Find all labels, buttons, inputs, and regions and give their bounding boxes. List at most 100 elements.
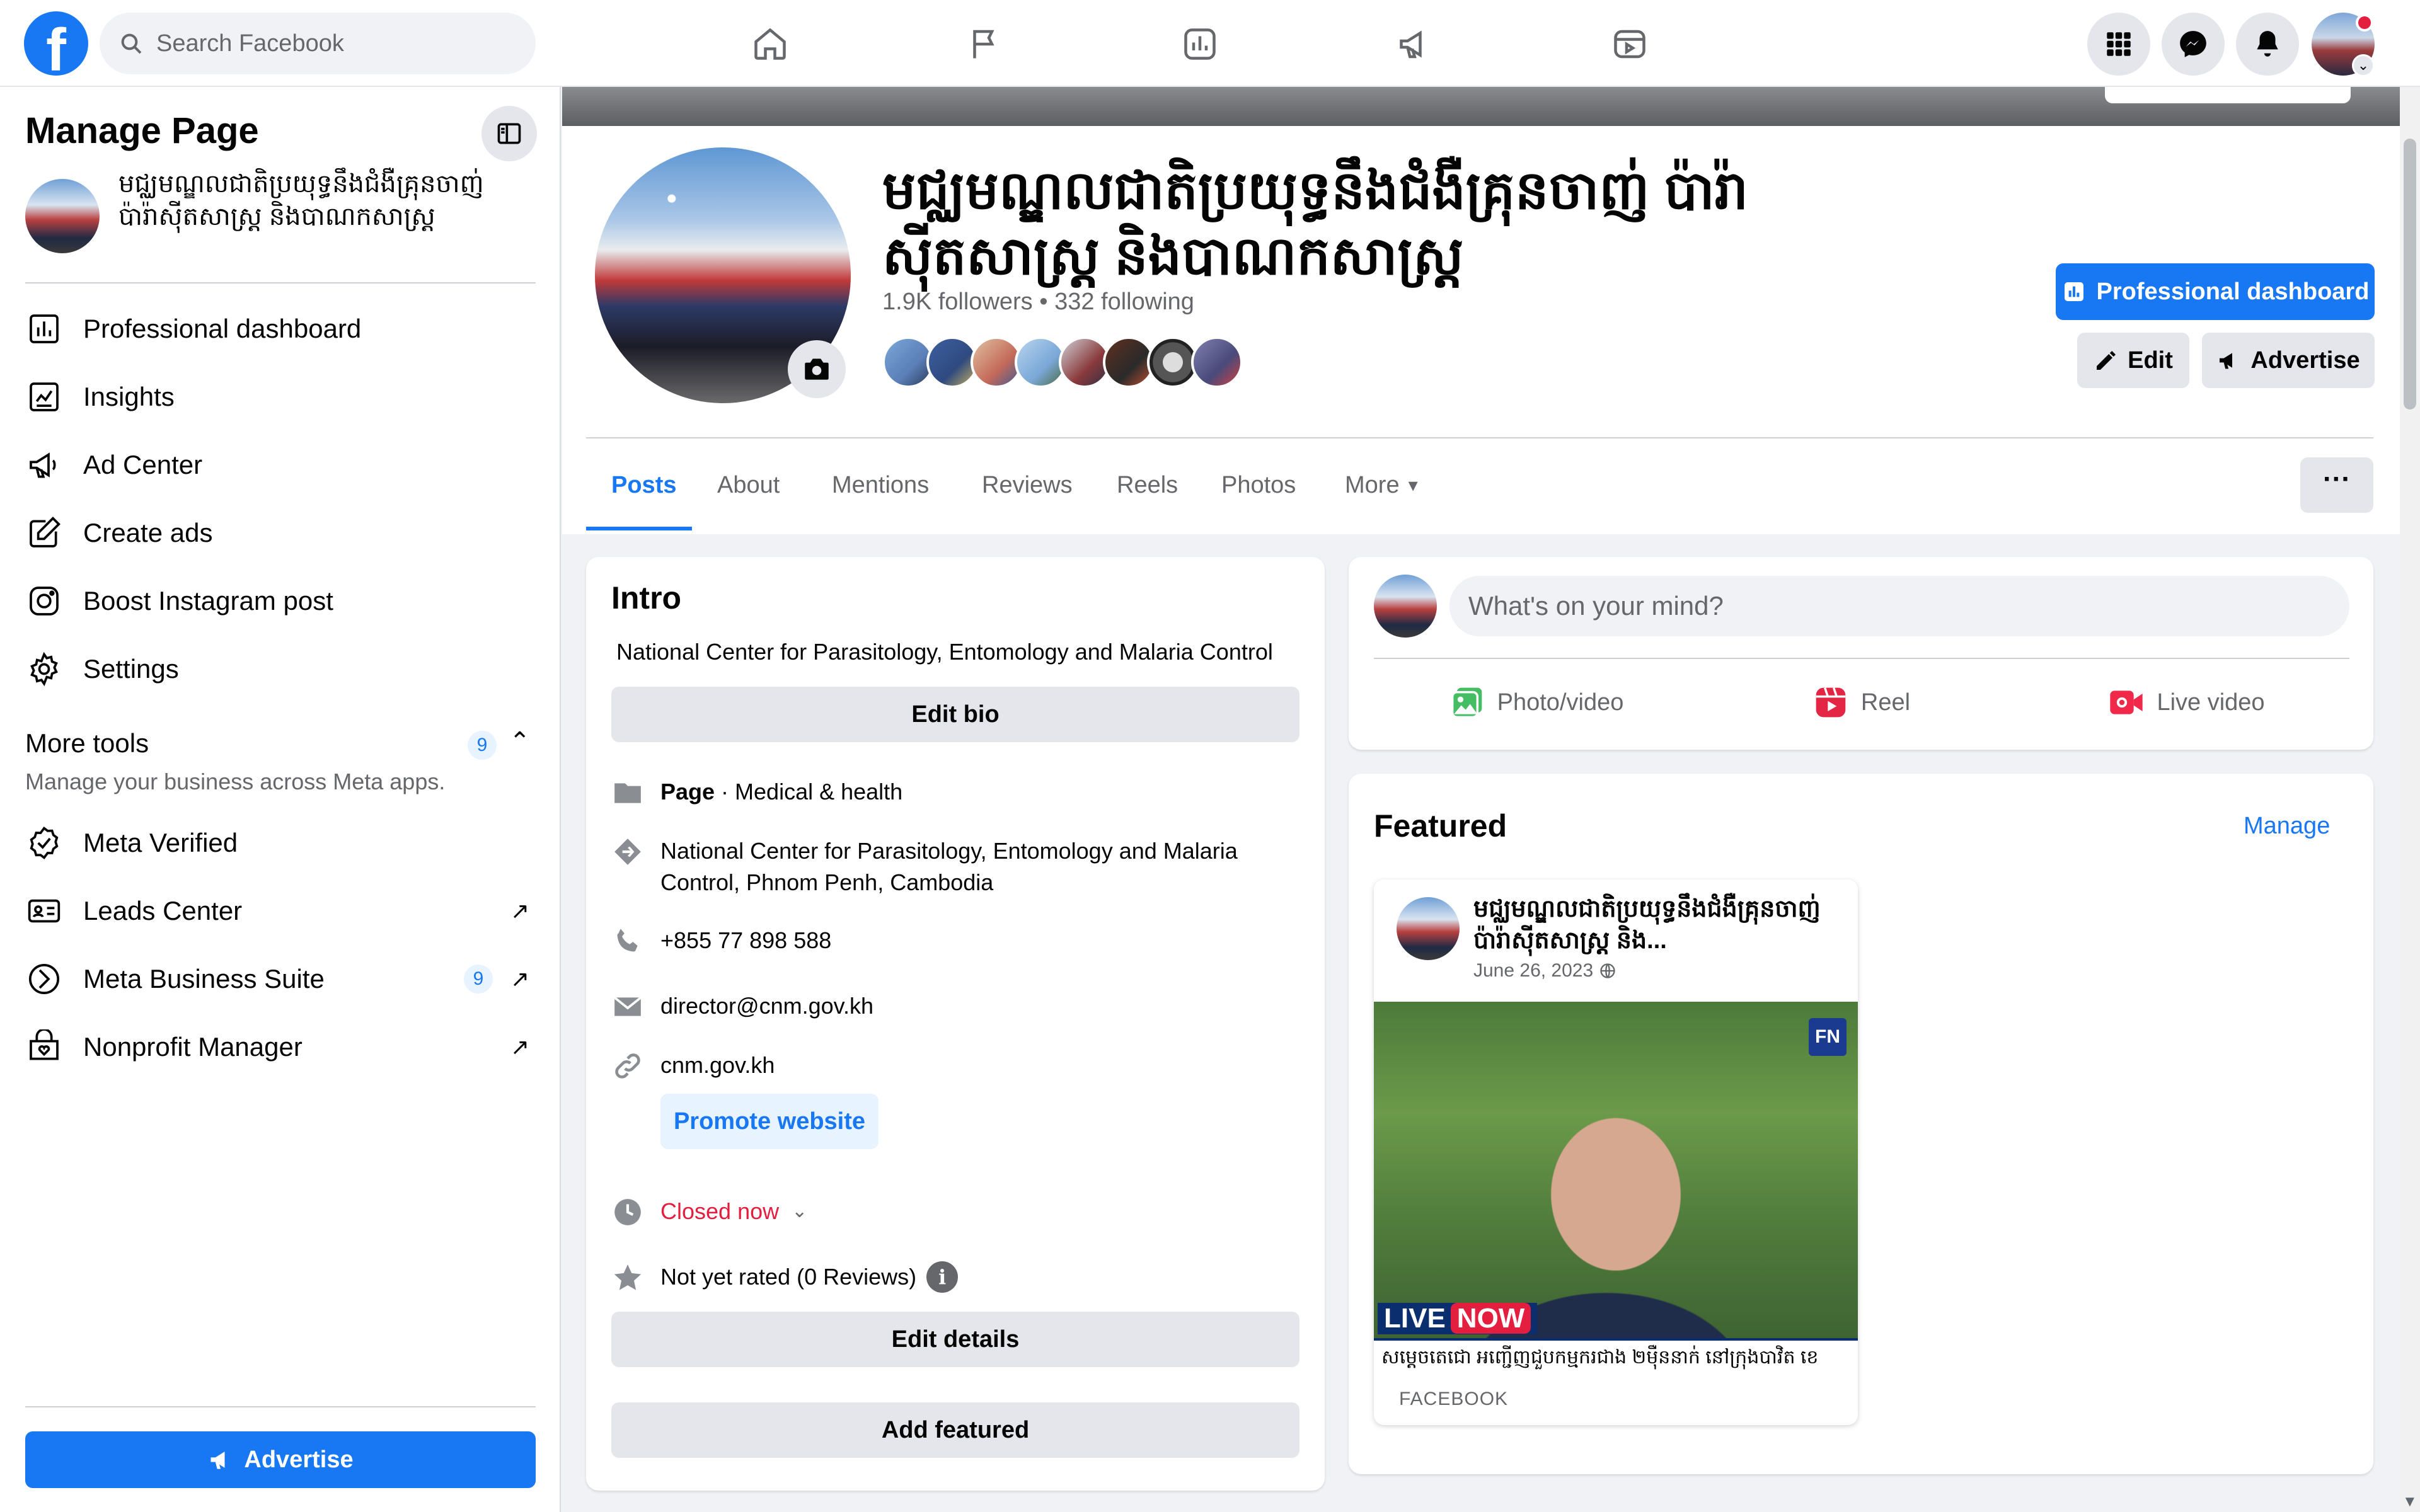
edit-page-button[interactable]: Edit (2077, 333, 2189, 388)
post-date[interactable]: June 26, 2023 (1473, 960, 1616, 982)
facebook-logo[interactable]: f (24, 11, 88, 76)
messenger-icon (2180, 31, 2206, 57)
featured-post[interactable]: មជ្ឈមណ្ឌលជាតិប្រយុទ្ធនឹងជំងឺគ្រុនចាញ់ ប៉… (1374, 879, 1858, 1425)
more-tools-badge: 9 (468, 731, 497, 760)
globe-icon (1599, 963, 1615, 978)
hours-status: Closed now (660, 1198, 780, 1224)
advertise-button[interactable]: Advertise (2202, 333, 2375, 388)
sidebar-advertise-button[interactable]: Advertise (25, 1431, 536, 1488)
composer-divider (1374, 658, 2349, 659)
follow-stats: 1.9K followers • 332 following (882, 289, 1194, 316)
video-icon (1614, 30, 1645, 59)
nav-insights[interactable] (1156, 13, 1244, 76)
sidebar-page-name[interactable]: មជ្ឈមណ្ឌលជាតិប្រយុទ្ធនឹងជំងឺគ្រុនចាញ់ ប៉… (118, 168, 522, 233)
sidebar-item-meta-business-suite[interactable]: Meta Business Suite 9 ↗ (25, 948, 536, 1011)
menu-button[interactable] (2087, 13, 2150, 76)
manage-featured-link[interactable]: Manage (2244, 813, 2330, 840)
follower-avatar[interactable] (1191, 336, 1243, 388)
post-author-name[interactable]: មជ្ឈមណ្ឌលជាតិប្រយុទ្ធនឹងជំងឺគ្រុនចាញ់ ប៉… (1473, 893, 1845, 956)
sidebar-item-insights[interactable]: Insights (25, 365, 536, 428)
flag-icon (973, 30, 994, 59)
tab-about[interactable]: About (717, 454, 780, 517)
tab-reels[interactable]: Reels (1117, 454, 1178, 517)
external-link-icon: ↗ (510, 966, 529, 992)
manage-page-sidebar: Manage Page មជ្ឈមណ្ឌលជាតិប្រយុទ្ធនឹងជំងឺ… (0, 87, 561, 1512)
tab-posts[interactable]: Posts (611, 454, 676, 517)
verified-icon (25, 824, 63, 862)
live-video-icon (2110, 690, 2143, 714)
sidebar-item-professional-dashboard[interactable]: Professional dashboard (25, 297, 536, 360)
sidebar-item-boost-instagram[interactable]: Boost Instagram post (25, 570, 536, 633)
live-video-button[interactable]: Live video (2024, 673, 2349, 732)
edit-details-button[interactable]: Edit details (611, 1312, 1299, 1367)
channel-logo: FN (1809, 1018, 1847, 1056)
more-tools-heading[interactable]: More tools (25, 728, 149, 759)
sidebar-item-label: Meta Business Suite (83, 964, 325, 994)
tab-photos[interactable]: Photos (1221, 454, 1296, 517)
tab-reviews[interactable]: Reviews (982, 454, 1073, 517)
email-text[interactable]: director@cnm.gov.kh (660, 990, 873, 1023)
info-icon[interactable]: i (926, 1261, 959, 1293)
live-now-banner: LIVE NOW (1378, 1303, 1538, 1334)
external-link-icon: ↗ (510, 1034, 529, 1060)
page-options-button[interactable]: ··· (2300, 457, 2373, 513)
update-profile-picture-button[interactable] (788, 340, 846, 398)
sidebar-item-leads-center[interactable]: Leads Center ↗ (25, 879, 536, 942)
category-prefix: Page (660, 779, 715, 805)
scrollbar-thumb[interactable] (2404, 139, 2416, 410)
megaphone-icon (1400, 30, 1422, 59)
sidebar-item-meta-verified[interactable]: Meta Verified (25, 811, 536, 874)
sidebar-item-label: Ad Center (83, 450, 203, 479)
sidebar-item-label: Boost Instagram post (83, 586, 333, 616)
sidebar-item-ad-center[interactable]: Ad Center (25, 433, 536, 496)
composer-avatar[interactable] (1374, 575, 1437, 638)
nav-video[interactable] (1586, 13, 1674, 76)
notifications-button[interactable] (2236, 13, 2299, 76)
page-avatar[interactable] (25, 179, 100, 253)
sidebar-item-settings[interactable]: Settings (25, 638, 536, 701)
account-menu-chevron-icon[interactable]: ⌄ (2352, 54, 2375, 77)
business-suite-icon (25, 960, 63, 998)
live-label: LIVE (1384, 1303, 1446, 1334)
page-title: មជ្ឈមណ្ឌលជាតិប្រយុទ្ធនឹងជំងឺគ្រុនចាញ់ ប៉… (882, 161, 1748, 285)
link-icon (611, 1050, 644, 1082)
tab-more[interactable]: More ▾ (1345, 454, 1418, 517)
edit-cover-button[interactable] (2105, 87, 2351, 103)
website-text[interactable]: cnm.gov.kh (660, 1050, 775, 1082)
search-bar[interactable] (100, 13, 536, 74)
add-featured-button[interactable]: Add featured (611, 1402, 1299, 1458)
post-video-thumbnail[interactable]: FN LIVE NOW សម្តេចតេជោ អញ្ជើញជួបកម្មករជាង… (1374, 1002, 1858, 1372)
nav-home[interactable] (726, 13, 814, 76)
nav-ad-center[interactable] (1371, 13, 1460, 76)
chevron-up-icon[interactable]: ⌃ (509, 727, 531, 756)
insights-icon (25, 378, 63, 416)
reel-button[interactable]: Reel (1699, 673, 2024, 732)
nav-pages[interactable] (942, 13, 1030, 76)
address-text[interactable]: National Center for Parasitology, Entomo… (660, 835, 1299, 898)
sidebar-item-nonprofit-manager[interactable]: Nonprofit Manager ↗ (25, 1016, 536, 1079)
professional-dashboard-button[interactable]: Professional dashboard (2056, 263, 2375, 320)
promote-website-button[interactable]: Promote website (660, 1094, 879, 1149)
sidebar-item-label: Nonprofit Manager (83, 1032, 302, 1062)
chevron-down-icon: ⌄ (792, 1201, 808, 1222)
collapse-sidebar-button[interactable] (481, 106, 537, 161)
following-count[interactable]: 332 following (1054, 289, 1194, 315)
sidebar-item-create-ads[interactable]: Create ads (25, 501, 536, 564)
photo-video-button[interactable]: Photo/video (1374, 673, 1699, 732)
tab-mentions[interactable]: Mentions (832, 454, 929, 517)
post-source: FACEBOOK (1399, 1389, 1509, 1409)
sidebar-item-label: Settings (83, 654, 179, 684)
whats-on-your-mind-input[interactable] (1449, 576, 2349, 636)
edit-bio-button[interactable]: Edit bio (611, 687, 1299, 742)
advertise-label: Advertise (2250, 346, 2360, 374)
star-icon (611, 1261, 644, 1294)
messenger-button[interactable] (2162, 13, 2225, 76)
megaphone-icon (2220, 353, 2233, 369)
scroll-down-arrow-icon[interactable]: ▼ (2402, 1493, 2417, 1511)
reel-label: Reel (1860, 689, 1911, 716)
followers-count[interactable]: 1.9K followers (882, 289, 1033, 315)
post-author-avatar[interactable] (1397, 897, 1460, 960)
search-input[interactable] (156, 30, 509, 57)
hours-row[interactable]: Closed now ⌄ (611, 1196, 1299, 1228)
phone-text[interactable]: +855 77 898 588 (660, 925, 831, 958)
